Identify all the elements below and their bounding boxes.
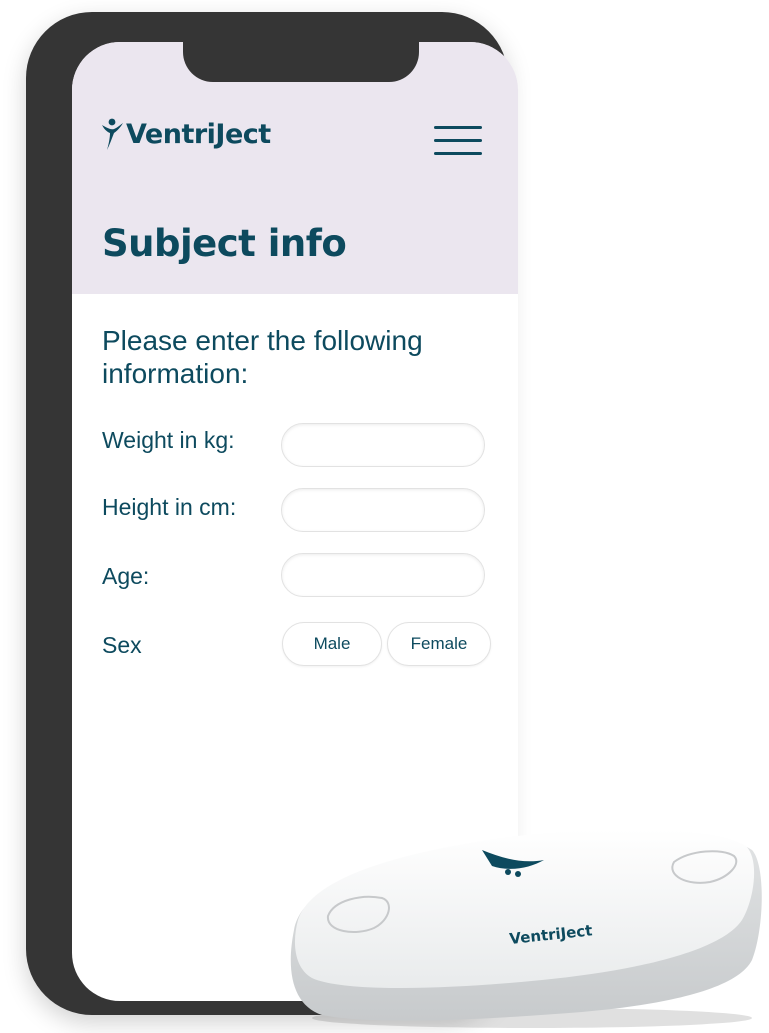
ventriject-sensor-device: VentriJect bbox=[290, 829, 762, 1028]
product-mockup: VentriJect Subject info Please enter the… bbox=[0, 0, 769, 1033]
logo-figure-icon bbox=[102, 118, 123, 150]
sex-female-button[interactable]: Female bbox=[387, 622, 491, 666]
hamburger-menu-icon[interactable] bbox=[434, 126, 482, 156]
age-label: Age: bbox=[102, 563, 150, 589]
logo-text: VentriJect bbox=[126, 118, 271, 150]
brand-logo[interactable]: VentriJect bbox=[100, 116, 271, 152]
weight-input[interactable] bbox=[281, 423, 485, 467]
sex-male-button[interactable]: Male bbox=[282, 622, 382, 666]
weight-label: Weight in kg: bbox=[102, 427, 235, 453]
height-input[interactable] bbox=[281, 488, 485, 532]
form-instructions: Please enter the following information: bbox=[102, 325, 423, 389]
height-label: Height in cm: bbox=[102, 494, 237, 520]
age-input[interactable] bbox=[281, 553, 485, 597]
sex-label: Sex bbox=[102, 632, 142, 658]
page-title: Subject info bbox=[102, 222, 347, 265]
phone-notch bbox=[183, 24, 419, 82]
